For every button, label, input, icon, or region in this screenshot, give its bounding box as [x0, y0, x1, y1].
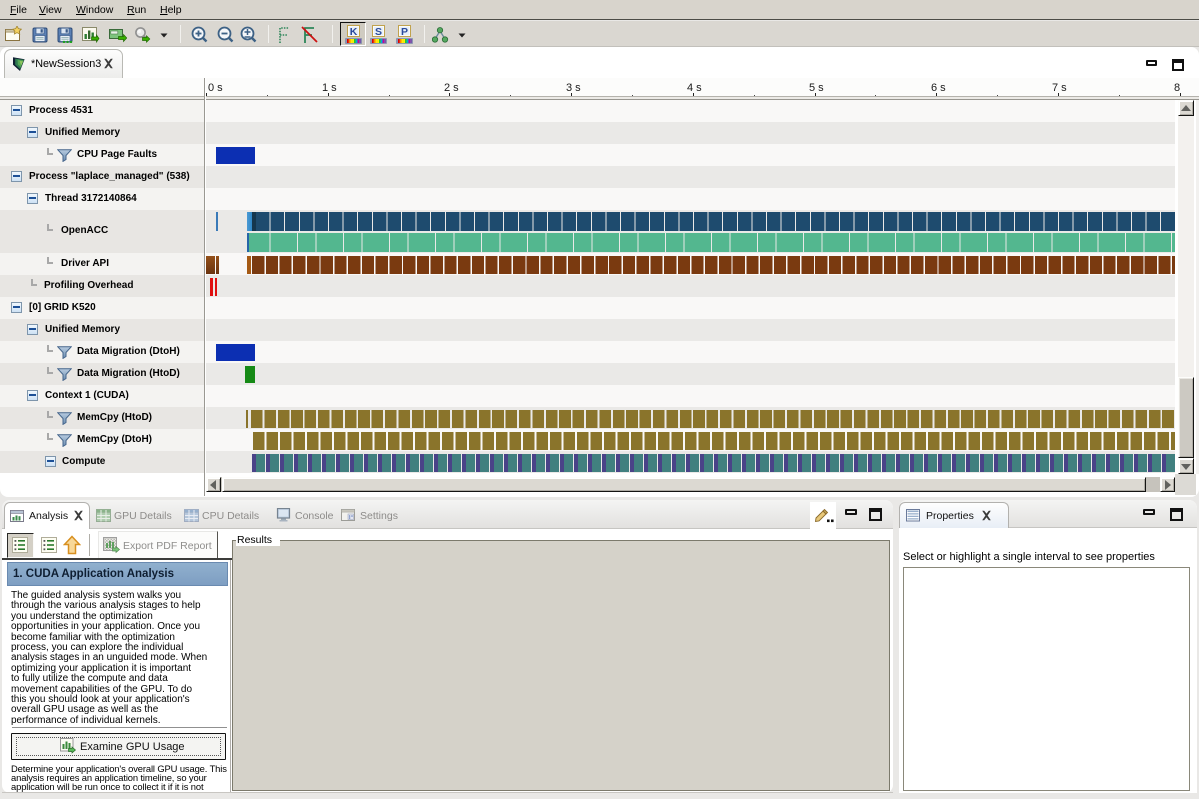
- svg-text:S: S: [375, 26, 382, 38]
- svg-text:K: K: [350, 26, 358, 38]
- svg-text:P: P: [401, 26, 408, 38]
